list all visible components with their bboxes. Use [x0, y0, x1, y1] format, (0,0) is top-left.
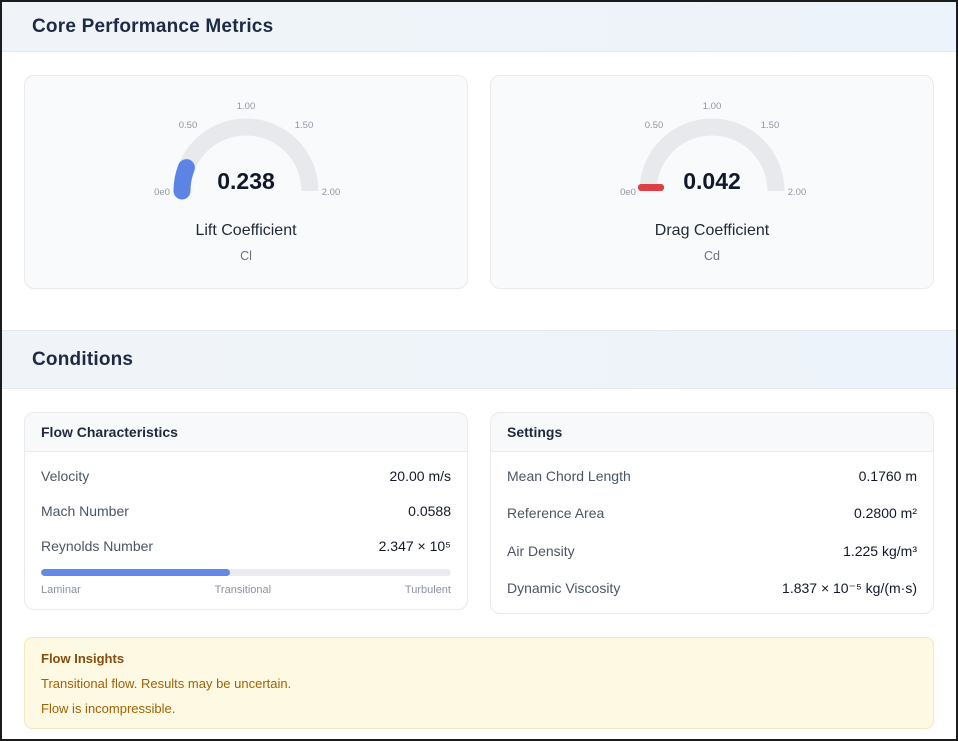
- table-row: Reynolds Number 2.347 × 10⁵: [25, 528, 467, 563]
- regime-label-transitional: Transitional: [215, 584, 271, 596]
- regime-bar-track: [41, 569, 451, 576]
- conditions-title: Conditions: [32, 349, 133, 371]
- regime-label-laminar: Laminar: [41, 584, 81, 596]
- settings-card: Settings Mean Chord Length 0.1760 m Refe…: [490, 412, 934, 614]
- row-label: Reference Area: [507, 505, 604, 521]
- lift-value: 0.238: [217, 168, 275, 194]
- flow-regime-indicator: Laminar Transitional Turbulent: [25, 563, 467, 609]
- lift-gauge: 0e0 0.50 1.00 1.50 2.00 0.238: [136, 88, 356, 218]
- row-value: 1.837 × 10⁻⁵ kg/(m·s): [782, 580, 917, 597]
- row-value: 0.1760 m: [859, 468, 917, 484]
- dashboard-page: Core Performance Metrics 0e0 0.50 1.00 1…: [0, 0, 958, 741]
- drag-gauge: 0e0 0.50 1.00 1.50 2.00 0.042: [602, 88, 822, 218]
- row-label: Mean Chord Length: [507, 468, 631, 484]
- regime-labels: Laminar Transitional Turbulent: [41, 584, 451, 596]
- row-label: Velocity: [41, 468, 89, 484]
- drag-coefficient-card: 0e0 0.50 1.00 1.50 2.00 0.042 Drag Coeff…: [490, 75, 934, 289]
- drag-gauge-subtitle: Cd: [704, 249, 720, 263]
- gauge-tick-0: 0e0: [154, 187, 170, 198]
- row-value: 0.2800 m²: [854, 505, 917, 521]
- lift-coefficient-card: 0e0 0.50 1.00 1.50 2.00 0.238 Lift Coeff…: [24, 75, 468, 289]
- gauge-tick-1: 0.50: [645, 120, 664, 131]
- regime-bar-fill: [41, 569, 230, 576]
- settings-card-title: Settings: [491, 413, 933, 452]
- gauge-tick-2: 1.00: [237, 101, 256, 112]
- flow-characteristics-card: Flow Characteristics Velocity 20.00 m/s …: [24, 412, 468, 610]
- gauge-tick-4: 2.00: [322, 187, 341, 198]
- lift-gauge-subtitle: Cl: [240, 249, 252, 263]
- row-label: Dynamic Viscosity: [507, 580, 620, 596]
- gauge-tick-4: 2.00: [788, 187, 807, 198]
- gauge-tick-3: 1.50: [295, 120, 314, 131]
- row-value: 0.0588: [408, 503, 451, 519]
- flow-insights-message: Transitional flow. Results may be uncert…: [41, 676, 917, 691]
- drag-value: 0.042: [683, 168, 741, 194]
- table-row: Velocity 20.00 m/s: [25, 458, 467, 493]
- row-value: 2.347 × 10⁵: [379, 538, 451, 554]
- lift-gauge-title: Lift Coefficient: [195, 222, 296, 240]
- table-row: Mean Chord Length 0.1760 m: [491, 457, 933, 495]
- conditions-section-header: Conditions: [2, 330, 956, 389]
- gauge-value-tick: [638, 184, 664, 191]
- regime-label-turbulent: Turbulent: [405, 584, 451, 596]
- gauge-cards-row: 0e0 0.50 1.00 1.50 2.00 0.238 Lift Coeff…: [2, 75, 956, 289]
- row-value: 20.00 m/s: [390, 468, 451, 484]
- row-label: Reynolds Number: [41, 538, 153, 554]
- row-value: 1.225 kg/m³: [843, 543, 917, 559]
- table-row: Dynamic Viscosity 1.837 × 10⁻⁵ kg/(m·s): [491, 570, 933, 608]
- flow-insights-title: Flow Insights: [41, 651, 917, 666]
- gauge-tick-2: 1.00: [703, 101, 722, 112]
- condition-cards-row: Flow Characteristics Velocity 20.00 m/s …: [2, 412, 956, 614]
- flow-insights-message: Flow is incompressible.: [41, 701, 917, 716]
- gauge-tick-0: 0e0: [620, 187, 636, 198]
- table-row: Air Density 1.225 kg/m³: [491, 532, 933, 570]
- gauge-value-arc: [182, 168, 186, 191]
- table-row: Mach Number 0.0588: [25, 493, 467, 528]
- gauge-tick-1: 0.50: [179, 120, 198, 131]
- flow-insights-alert: Flow Insights Transitional flow. Results…: [24, 637, 934, 729]
- drag-gauge-title: Drag Coefficient: [655, 222, 769, 240]
- row-label: Mach Number: [41, 503, 129, 519]
- core-metrics-title: Core Performance Metrics: [32, 16, 273, 38]
- gauge-tick-3: 1.50: [761, 120, 780, 131]
- row-label: Air Density: [507, 543, 575, 559]
- flow-card-title: Flow Characteristics: [25, 413, 467, 452]
- core-metrics-section-header: Core Performance Metrics: [2, 2, 956, 52]
- table-row: Reference Area 0.2800 m²: [491, 495, 933, 533]
